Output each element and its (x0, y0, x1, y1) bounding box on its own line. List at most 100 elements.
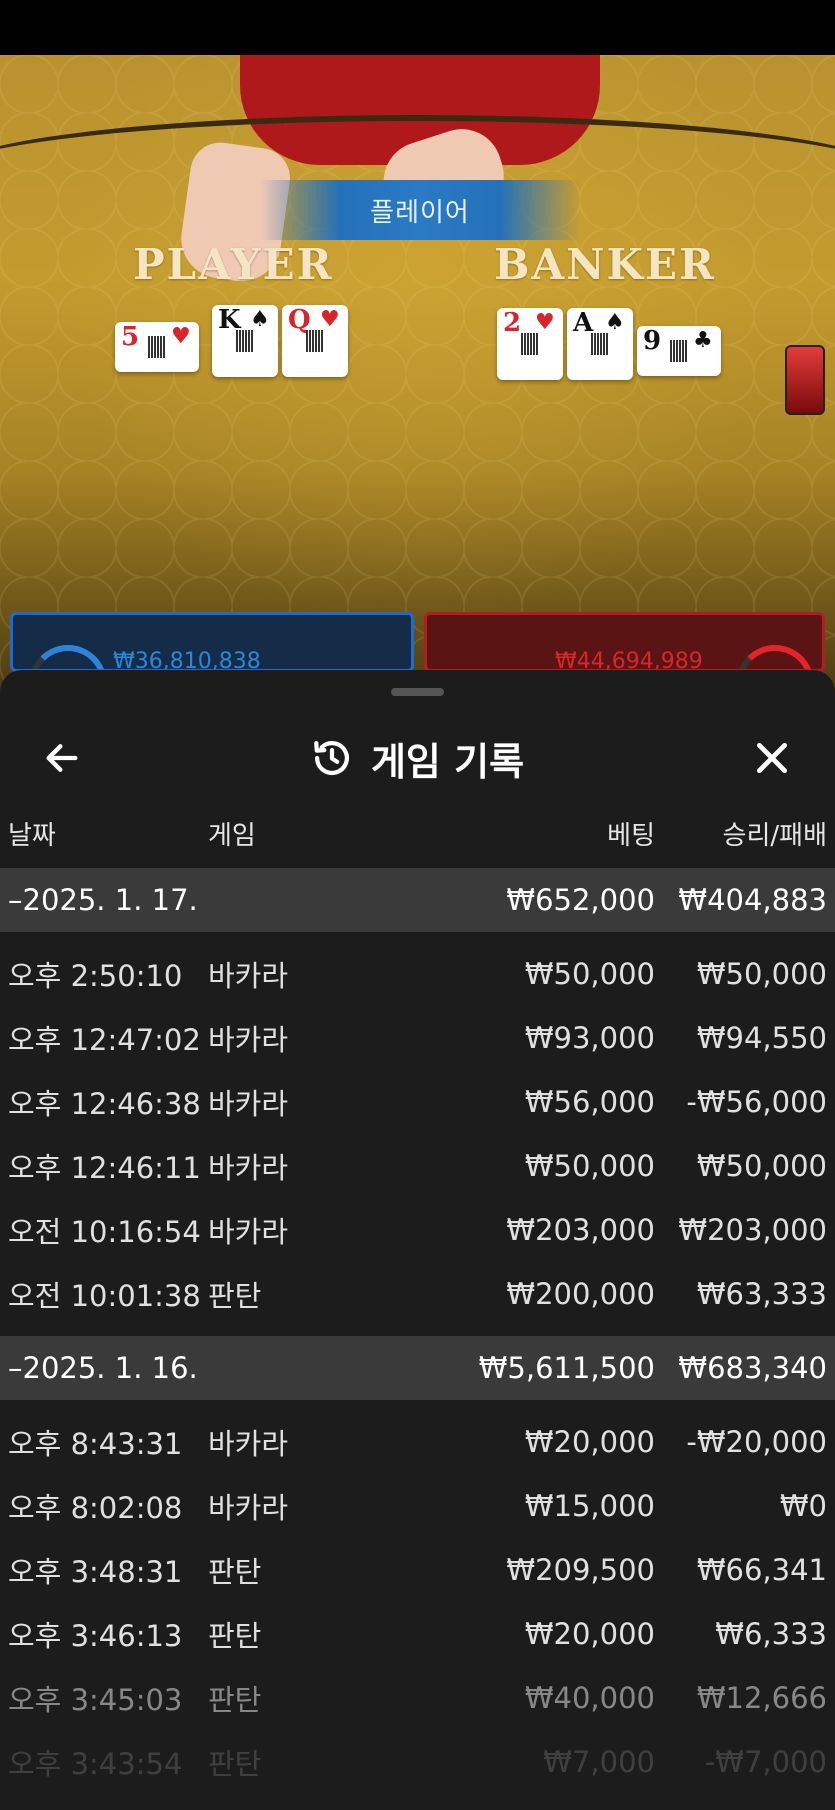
row-game: 바카라 (208, 1427, 289, 1461)
row-bet: ₩200,000 (506, 1277, 655, 1311)
row-time: 오후 8:43:31 (8, 1427, 183, 1461)
row-result: ₩6,333 (715, 1617, 827, 1651)
player-card-3: Q ♥ (282, 305, 348, 377)
history-row[interactable]: 오전 10:01:38 판탄 ₩200,000 ₩63,333 (0, 1262, 835, 1326)
history-icon (314, 741, 349, 775)
row-time: 오후 8:02:08 (8, 1491, 183, 1525)
card-barcode (521, 333, 539, 355)
history-row[interactable]: 오후 3:48:31 판탄 ₩209,500 ₩66,341 (0, 1538, 835, 1602)
row-bet: ₩203,000 (506, 1213, 655, 1247)
row-bet: ₩50,000 (524, 1149, 655, 1183)
back-button[interactable] (36, 732, 88, 784)
row-bet: ₩15,000 (524, 1489, 655, 1523)
row-time: 오후 3:46:13 (8, 1619, 183, 1653)
winner-banner: 플레이어 (260, 180, 580, 240)
player-timer-ring (29, 645, 107, 669)
row-game: 바카라 (208, 1491, 289, 1525)
row-game: 바카라 (208, 959, 289, 993)
row-game: 판탄 (208, 1555, 262, 1589)
chip-stack (785, 345, 825, 415)
row-time: 오전 10:16:54 (8, 1215, 201, 1249)
card-suit-icon: ♠ (250, 307, 270, 332)
status-bar (0, 0, 835, 55)
row-time: 오후 12:46:38 (8, 1087, 201, 1121)
card-suit-icon: ♥ (171, 324, 191, 349)
close-button[interactable] (746, 732, 798, 784)
history-row[interactable]: 오후 8:02:08 바카라 ₩15,000 ₩0 (0, 1474, 835, 1538)
row-game: 바카라 (208, 1023, 289, 1057)
sheet-title: 게임 기록 (370, 739, 525, 784)
card-rank: 9 (643, 326, 662, 356)
game-history-sheet: 게임 기록 날짜 게임 베팅 승리/패배 –2025. 1. 17. ₩652,0… (0, 670, 835, 1810)
banker-bet-box[interactable]: ₩44,694,989 (424, 612, 825, 672)
column-header-result: 승리/패배 (722, 821, 827, 851)
row-result: -₩56,000 (686, 1085, 827, 1119)
row-bet: ₩40,000 (524, 1681, 655, 1715)
row-spacer (0, 1326, 835, 1336)
row-result: ₩94,550 (696, 1021, 827, 1055)
row-result: ₩50,000 (696, 1149, 827, 1183)
date-group-row[interactable]: –2025. 1. 17. ₩652,000 ₩404,883 (0, 868, 835, 932)
history-row[interactable]: 오전 10:16:54 바카라 ₩203,000 ₩203,000 (0, 1198, 835, 1262)
row-time: 오후 2:50:10 (8, 959, 183, 993)
history-row[interactable]: 오후 8:43:31 바카라 ₩20,000 -₩20,000 (0, 1410, 835, 1474)
row-result: ₩203,000 (678, 1213, 827, 1247)
row-bet: ₩20,000 (524, 1617, 655, 1651)
title-wrap: 게임 기록 (0, 732, 835, 784)
history-row[interactable]: 오후 3:46:13 판탄 ₩20,000 ₩6,333 (0, 1602, 835, 1666)
history-row[interactable]: 오후 12:47:02 바카라 ₩93,000 ₩94,550 (0, 1006, 835, 1070)
row-bet: ₩56,000 (524, 1085, 655, 1119)
column-header-game: 게임 (208, 821, 256, 851)
group-result-total: ₩683,340 (678, 1351, 827, 1385)
row-game: 바카라 (208, 1087, 289, 1121)
arrow-left-icon (46, 744, 78, 772)
card-suit-icon: ♣ (693, 328, 713, 353)
date-group-row[interactable]: –2025. 1. 16. ₩5,611,500 ₩683,340 (0, 1336, 835, 1400)
card-barcode (148, 336, 166, 358)
row-game: 바카라 (208, 1215, 289, 1249)
player-bet-total: ₩36,810,838 (113, 649, 261, 672)
row-bet: ₩93,000 (524, 1021, 655, 1055)
row-game: 바카라 (208, 1151, 289, 1185)
card-suit-icon: ♥ (320, 307, 340, 332)
history-row[interactable]: 오후 12:46:38 바카라 ₩56,000 -₩56,000 (0, 1070, 835, 1134)
player-bet-box[interactable]: ₩36,810,838 (10, 612, 414, 672)
column-header-date: 날짜 (8, 821, 56, 851)
group-bet-total: ₩652,000 (506, 883, 655, 917)
banker-label: BANKER (494, 240, 716, 289)
history-row[interactable]: 오후 2:50:10 바카라 ₩50,000 ₩50,000 (0, 942, 835, 1006)
row-result: -₩20,000 (686, 1425, 827, 1459)
card-rank: 5 (121, 322, 140, 352)
row-game: 판탄 (208, 1747, 262, 1781)
row-time: 오후 3:45:03 (8, 1683, 183, 1717)
row-result: ₩50,000 (696, 957, 827, 991)
row-game: 판탄 (208, 1279, 262, 1313)
group-date: –2025. 1. 17. (8, 883, 198, 917)
row-time: 오전 10:01:38 (8, 1279, 201, 1313)
player-card-1: 5 ♥ (115, 322, 199, 372)
history-row[interactable]: 오후 3:45:03 판탄 ₩40,000 ₩12,666 (0, 1666, 835, 1730)
column-headers: 날짜 게임 베팅 승리/패배 (0, 815, 835, 855)
banker-timer-ring (736, 645, 814, 669)
sheet-grabber[interactable] (391, 688, 444, 696)
row-result: ₩12,666 (696, 1681, 827, 1715)
banker-card-2: A ♠ (567, 308, 633, 380)
row-bet: ₩20,000 (524, 1425, 655, 1459)
player-card-2: K ♠ (212, 305, 278, 377)
banker-card-1: 2 ♥ (497, 308, 563, 380)
history-list: –2025. 1. 17. ₩652,000 ₩404,883 오후 2:50:10 바… (0, 868, 835, 1804)
sheet-header: 게임 기록 (0, 710, 835, 810)
row-spacer (0, 1400, 835, 1410)
group-result-total: ₩404,883 (678, 883, 827, 917)
row-result: -₩7,000 (704, 1745, 827, 1779)
card-barcode (306, 330, 324, 352)
close-icon (756, 742, 788, 774)
row-bet: ₩7,000 (543, 1745, 655, 1779)
row-result: ₩66,341 (696, 1553, 827, 1587)
history-row[interactable]: 오후 3:43:54 판탄 ₩7,000 -₩7,000 (0, 1730, 835, 1794)
group-date: –2025. 1. 16. (8, 1351, 198, 1385)
group-bet-total: ₩5,611,500 (478, 1351, 655, 1385)
player-label: PLAYER (133, 240, 334, 289)
card-barcode (591, 333, 609, 355)
history-row[interactable]: 오후 12:46:11 바카라 ₩50,000 ₩50,000 (0, 1134, 835, 1198)
